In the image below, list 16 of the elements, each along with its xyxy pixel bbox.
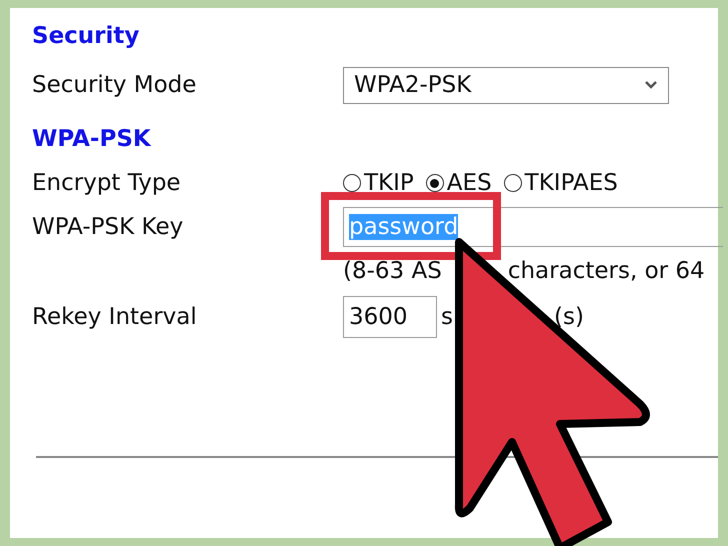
field-label: Encrypt Type xyxy=(32,170,182,196)
section-heading: Security xyxy=(32,22,140,51)
security-mode-dropdown[interactable]: WPA2-PSK xyxy=(343,66,669,104)
field-label: Security Mode xyxy=(32,72,198,98)
field-label: Rekey Interval xyxy=(32,304,198,330)
hint-text: characters, or 64 xyxy=(508,258,705,284)
unit-text: s xyxy=(441,304,453,330)
radio-option[interactable]: TKIP xyxy=(343,170,414,196)
hint-text: (8-63 AS xyxy=(343,258,442,284)
unit-text: (s) xyxy=(554,304,584,330)
radio-option[interactable]: AES xyxy=(426,170,492,196)
section-heading: WPA-PSK xyxy=(32,124,152,154)
caret-icon xyxy=(644,80,658,90)
rekey-input-field[interactable]: 3600 xyxy=(343,296,437,338)
radio-option[interactable]: TKIPAES xyxy=(504,170,618,196)
field-label: WPA-PSK Key xyxy=(32,214,184,240)
